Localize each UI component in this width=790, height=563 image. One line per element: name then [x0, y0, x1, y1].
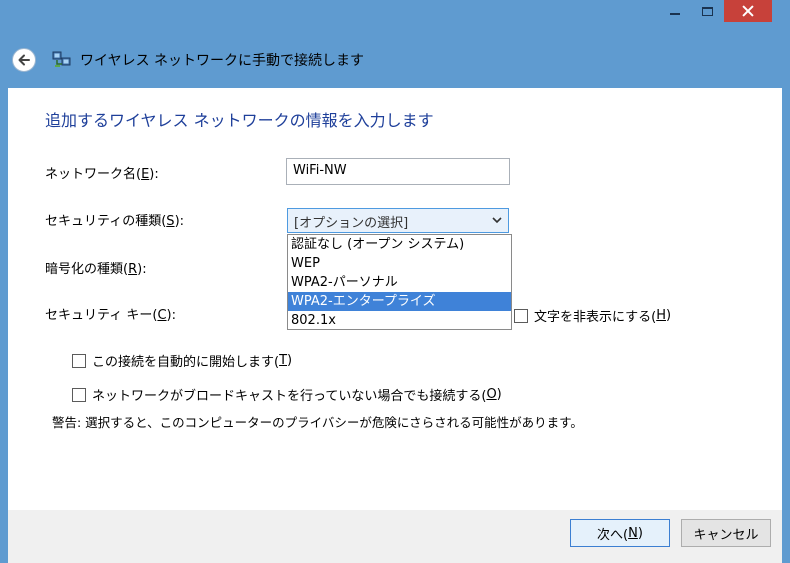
network-name-input[interactable]: WiFi-NW [286, 158, 510, 185]
back-arrow-icon [18, 54, 30, 66]
checkbox-box[interactable] [72, 353, 86, 368]
content-panel: 追加するワイヤレス ネットワークの情報を入力します ネットワーク名(E): Wi… [8, 88, 782, 510]
dropdown-option-8021x[interactable]: 802.1x [288, 311, 511, 330]
network-icon [52, 51, 71, 67]
encryption-type-label: 暗号化の種類(R): [45, 262, 147, 277]
security-type-value: [オプションの選択] [294, 216, 409, 231]
maximize-icon [701, 6, 713, 16]
checkbox-box[interactable] [514, 308, 528, 323]
title-bar [0, 0, 790, 30]
privacy-warning: 警告: 選択すると、このコンピューターのプライバシーが危険にさらされる可能性があ… [52, 415, 583, 430]
dropdown-option-wpa2-enterprise[interactable]: WPA2-エンタープライズ [288, 292, 511, 311]
hide-characters-checkbox[interactable]: 文字を非表示にする(H) [514, 306, 671, 325]
minimize-button[interactable] [660, 0, 690, 22]
back-button[interactable] [12, 48, 36, 72]
close-button[interactable] [724, 0, 772, 22]
dialog-title: ワイヤレス ネットワークに手動で接続します [80, 53, 365, 69]
dropdown-option-wep[interactable]: WEP [288, 254, 511, 273]
page-heading: 追加するワイヤレス ネットワークの情報を入力します [45, 111, 434, 130]
dropdown-option-open[interactable]: 認証なし (オープン システム) [288, 235, 511, 254]
connect-hidden-checkbox[interactable]: ネットワークがブロードキャストを行っていない場合でも接続する(O) [72, 385, 502, 404]
security-key-label: セキュリティ キー(C): [45, 308, 176, 323]
security-type-label: セキュリティの種類(S): [45, 214, 185, 229]
dialog-footer: 次へ(N) キャンセル [8, 510, 782, 563]
minimize-icon [670, 13, 680, 15]
security-type-dropdown: 認証なし (オープン システム) WEP WPA2-パーソナル WPA2-エンタ… [287, 234, 512, 330]
auto-start-checkbox[interactable]: この接続を自動的に開始します(T) [72, 351, 292, 370]
close-icon [742, 5, 754, 17]
dropdown-option-wpa2-personal[interactable]: WPA2-パーソナル [288, 273, 511, 292]
dialog-window: ワイヤレス ネットワークに手動で接続します 追加するワイヤレス ネットワークの情… [0, 0, 790, 563]
chevron-down-icon [492, 217, 502, 224]
cancel-button[interactable]: キャンセル [681, 519, 771, 547]
checkbox-box[interactable] [72, 387, 86, 402]
dialog-header: ワイヤレス ネットワークに手動で接続します [0, 40, 790, 80]
maximize-button[interactable] [692, 0, 722, 22]
network-name-label: ネットワーク名(E): [45, 167, 159, 182]
next-button[interactable]: 次へ(N) [570, 519, 670, 547]
security-type-select[interactable]: [オプションの選択] [287, 208, 509, 233]
